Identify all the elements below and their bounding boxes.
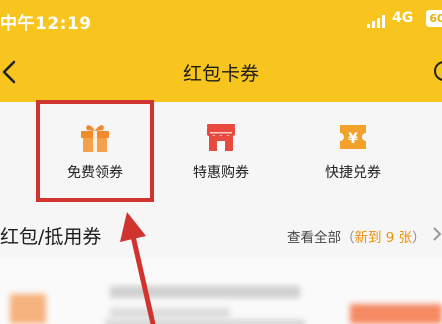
coupon-text-placeholder [110, 308, 230, 318]
discount-coupon-label: 特惠购券 [193, 165, 249, 181]
section-header: 红包/抵用券 查看全部（新到 9 张） [0, 208, 442, 258]
view-all-link[interactable]: 查看全部（新到 9 张） [287, 226, 426, 246]
quick-exchange-label: 快捷兑券 [325, 165, 381, 181]
page-title: 红包卡券 [182, 63, 259, 85]
coupon-thumbnail [350, 304, 442, 324]
coupon-text-placeholder [105, 320, 305, 324]
status-time: 中午12:19 [0, 14, 92, 34]
new-count-label: 新到 9 张 [354, 230, 413, 246]
coupon-text-placeholder [110, 286, 300, 298]
coupon-list [0, 258, 442, 324]
coupon-thumbnail [10, 294, 46, 324]
signal-icon [367, 14, 387, 28]
svg-text:¥: ¥ [348, 131, 358, 147]
shop-icon [207, 124, 235, 151]
discount-coupon-button[interactable]: 特惠购券 [162, 102, 280, 208]
paren-open: （ [341, 230, 355, 246]
status-bar: 中午12:19 4G 60 [0, 0, 442, 42]
quick-exchange-button[interactable]: ¥ 快捷兑券 [294, 102, 412, 208]
battery-icon: 60 [426, 10, 442, 27]
network-label: 4G [392, 10, 414, 26]
paren-close: ） [412, 230, 426, 246]
view-all-label: 查看全部 [287, 230, 341, 246]
section-title: 红包/抵用券 [0, 226, 102, 248]
chevron-right-icon[interactable] [431, 225, 442, 243]
highlight-box [36, 100, 154, 202]
app-header: 红包卡券 [0, 42, 442, 102]
yen-ticket-icon: ¥ [340, 125, 366, 149]
